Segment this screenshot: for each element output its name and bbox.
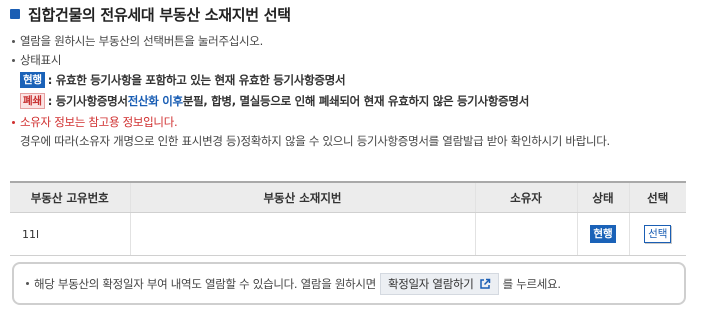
owner-notice: 소유자 정보는 참고용 정보입니다. [12,114,178,130]
closed-desc-highlight: 전산화 이후 [127,94,183,108]
page-title-text: 집합건물의 전유세대 부동산 소재지번 선택 [28,5,291,24]
confirm-date-info-box: 해당 부동산의 확정일자 부여 내역도 열람할 수 있습니다. 열람을 원하시면… [12,262,686,305]
closed-badge: 폐쇄 [20,93,45,109]
guide-status-heading: 상태표시 [12,52,61,68]
bullet-icon [12,121,15,124]
select-button[interactable]: 선택 [644,225,672,243]
guide-select-instruction: 열람을 원하시는 부동산의 선택버튼을 눌러주십시오. [12,33,263,49]
confirm-date-view-label: 확정일자 열람하기 [387,276,474,291]
cell-property-id: 11l [10,212,130,256]
bullet-icon [26,282,29,285]
title-bullet-icon [10,9,20,19]
confirm-date-view-button[interactable]: 확정일자 열람하기 [379,272,499,295]
property-table: 부동산 고유번호 부동산 소재지번 소유자 상태 선택 11l 현행 선택 [10,181,686,256]
info-text-after: 를 누르세요. [502,276,561,291]
status-badge: 현행 [590,225,616,243]
closed-desc-b: 분필, 합병, 멸실등으로 인해 폐쇄되어 현재 유효하지 않은 등기사항증명서 [182,94,529,108]
table-header-row: 부동산 고유번호 부동산 소재지번 소유자 상태 선택 [10,181,686,213]
current-badge: 현행 [20,72,45,88]
cell-status: 현행 [576,212,629,256]
closed-desc-a: : 등기사항증명서 [47,94,128,108]
page-title: 집합건물의 전유세대 부동산 소재지번 선택 [10,4,291,24]
col-header-status: 상태 [576,181,629,213]
col-header-address: 부동산 소재지번 [129,181,475,213]
status-closed-legend: 폐쇄 : 등기사항증명서 전산화 이후 분필, 합병, 멸실등으로 인해 폐쇄되… [20,93,529,109]
bullet-icon [12,40,15,43]
bullet-icon [12,59,15,62]
cell-address [129,212,475,256]
cell-owner [474,212,577,256]
status-current-legend: 현행 : 유효한 등기사항을 포함하고 있는 현재 유효한 등기사항증명서 [20,72,346,88]
table-row: 11l 현행 선택 [10,212,686,256]
col-header-owner: 소유자 [474,181,577,213]
current-desc: : 유효한 등기사항을 포함하고 있는 현재 유효한 등기사항증명서 [47,73,346,87]
owner-notice-body: 경우에 따라(소유자 개명으로 인한 표시변경 등)정확하지 않을 수 있으니 … [20,134,610,148]
external-link-icon [479,278,490,289]
cell-select: 선택 [628,212,686,256]
info-text-before: 해당 부동산의 확정일자 부여 내역도 열람할 수 있습니다. 열람을 원하시면 [34,276,376,291]
col-header-id: 부동산 고유번호 [10,181,130,213]
col-header-select: 선택 [628,181,686,213]
